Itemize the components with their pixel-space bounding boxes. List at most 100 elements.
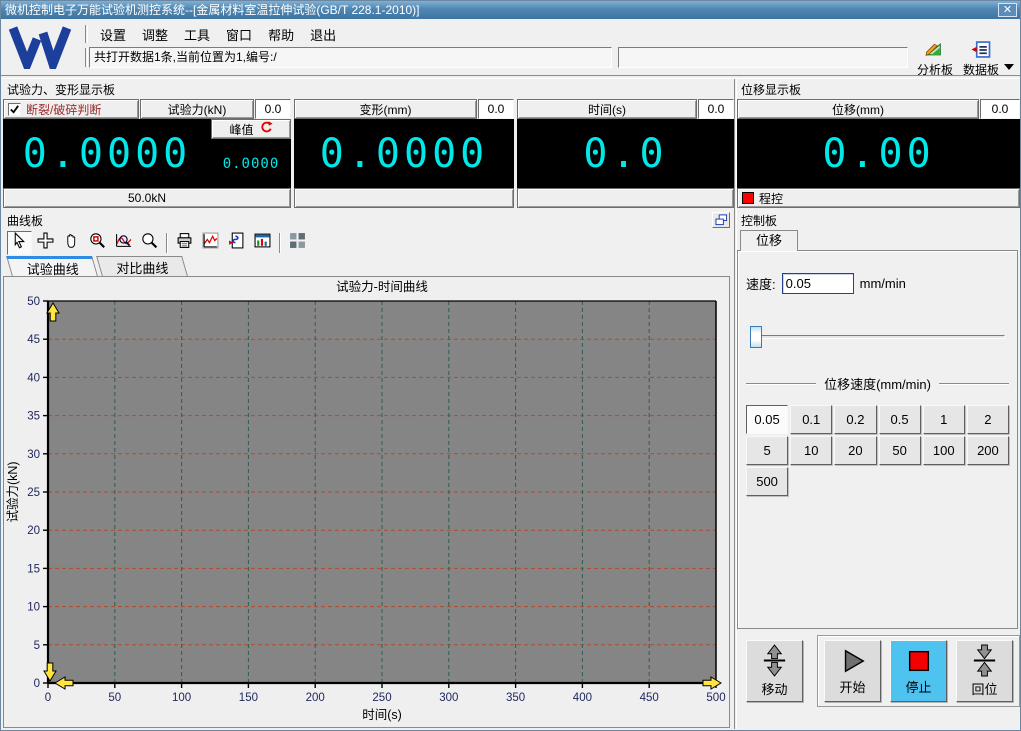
data-board-button[interactable]: 数据板 <box>959 41 1003 73</box>
deform-header-button[interactable]: 变形(mm) <box>294 99 477 119</box>
speed-slider-thumb[interactable] <box>750 326 762 348</box>
speed-preset-grid: 0.050.10.20.512 5102050100200 500 <box>746 405 1009 496</box>
speed-preset-200[interactable]: 200 <box>967 436 1009 465</box>
report-icon <box>228 232 245 254</box>
svg-text:500: 500 <box>706 692 725 704</box>
speed-preset-0.1[interactable]: 0.1 <box>790 405 832 434</box>
displacement-header-button[interactable]: 位移(mm) <box>737 99 979 119</box>
break-judge-label: 断裂/破碎判断 <box>26 101 101 118</box>
zoom-box-icon <box>89 232 106 254</box>
menu-item-帮助[interactable]: 帮助 <box>261 23 301 43</box>
break-judge-checkbox-row[interactable]: 断裂/破碎判断 <box>3 99 139 119</box>
speed-preset-50[interactable]: 50 <box>879 436 921 465</box>
cursor-icon <box>11 232 28 254</box>
peak-bar[interactable]: 峰值 <box>211 119 291 139</box>
svg-text:5: 5 <box>34 640 40 652</box>
speed-input[interactable] <box>782 273 854 294</box>
panel-restore-button[interactable] <box>712 212 730 228</box>
zoom-curve-tool-button[interactable] <box>111 231 136 255</box>
speed-unit-label: mm/min <box>860 276 906 291</box>
cursor-tool-button[interactable] <box>7 231 32 255</box>
pan-hand-icon <box>63 232 80 254</box>
menu-item-调整[interactable]: 调整 <box>135 23 175 43</box>
peak-refresh-icon[interactable] <box>260 121 273 137</box>
start-button[interactable]: 开始 <box>824 640 881 702</box>
menu-item-窗口[interactable]: 窗口 <box>219 23 259 43</box>
curve-tab-compare[interactable]: 对比曲线 <box>96 256 188 276</box>
curve-data-icon <box>202 232 219 254</box>
header: 设置调整工具窗口帮助退出 共打开数据1条,当前位置为1,编号:/ 分析板 <box>1 19 1020 75</box>
speed-preset-0.5[interactable]: 0.5 <box>879 405 921 434</box>
home-button[interactable]: 回位 <box>956 640 1013 702</box>
speed-preset-1[interactable]: 1 <box>923 405 965 434</box>
zoom-tool-button[interactable] <box>137 231 162 255</box>
deform-lcd-display: 0.0000 <box>294 119 514 188</box>
speed-preset-5[interactable]: 5 <box>746 436 788 465</box>
svg-text:450: 450 <box>640 692 659 704</box>
speed-preset-10[interactable]: 10 <box>790 436 832 465</box>
chart-window-tool-button[interactable] <box>250 231 275 255</box>
speed-preset-0.2[interactable]: 0.2 <box>834 405 876 434</box>
report-tool-button[interactable] <box>224 231 249 255</box>
menu-item-工具[interactable]: 工具 <box>177 23 217 43</box>
crosshair-icon <box>37 232 54 254</box>
displacement-display-panel: 位移显示板 位移(mm) 0.0 0.00 程控 <box>737 80 1020 209</box>
displacement-rate-value: 0.0 <box>980 99 1020 119</box>
stop-button[interactable]: 停止 <box>890 640 947 702</box>
menu-item-退出[interactable]: 退出 <box>303 23 343 43</box>
chart-window-icon <box>254 232 271 254</box>
analysis-board-icon <box>924 41 946 61</box>
control-panel: 控制板 位移 速度: mm/min 位移速度(mm/min) 0.050.10.… <box>737 211 1020 729</box>
break-judge-checkbox[interactable] <box>8 103 21 116</box>
time-header-button[interactable]: 时间(s) <box>517 99 697 119</box>
print-tool-button[interactable] <box>172 231 197 255</box>
svg-text:150: 150 <box>239 692 258 704</box>
chart-area[interactable]: 试验力-时间曲线05101520253035404550050100150200… <box>3 276 730 728</box>
toolbar-grip <box>85 25 88 43</box>
zoom-box-tool-button[interactable] <box>85 231 110 255</box>
mode-indicator-bar: 程控 <box>737 188 1020 208</box>
time-lcd-display: 0.0 <box>517 119 734 188</box>
menu-item-设置[interactable]: 设置 <box>93 23 133 43</box>
close-button[interactable]: ✕ <box>998 3 1017 17</box>
svg-text:250: 250 <box>372 692 391 704</box>
speed-slider[interactable] <box>746 326 1009 348</box>
title-bar[interactable]: 微机控制电子万能试验机测控系统--[金属材料室温拉伸试验(GB/T 228.1-… <box>1 1 1020 19</box>
svg-text:20: 20 <box>27 525 40 537</box>
deform-module: 变形(mm) 0.0 0.0000 <box>294 99 514 208</box>
control-panel-title: 控制板 <box>737 211 1020 230</box>
move-button[interactable]: 移动 <box>746 640 803 702</box>
speed-slider-track[interactable] <box>750 335 1005 339</box>
time-module: 时间(s) 0.0 0.0 <box>517 99 734 208</box>
pan-hand-tool-button[interactable] <box>59 231 84 255</box>
curve-toolbar <box>3 230 734 256</box>
speed-preset-2[interactable]: 2 <box>967 405 1009 434</box>
svg-text:350: 350 <box>506 692 525 704</box>
texture-pattern-tool-button[interactable] <box>285 231 310 255</box>
svg-text:50: 50 <box>27 296 40 308</box>
time-rate-value: 0.0 <box>698 99 734 119</box>
speed-preset-100[interactable]: 100 <box>923 436 965 465</box>
run-buttons-frame: 开始 停止 回位 <box>817 635 1020 707</box>
status-textbox-secondary <box>618 47 908 68</box>
force-display-panel: 试验力、变形显示板 断裂/破碎判断 试验力(kN) 0.0 0.0000 <box>3 80 734 209</box>
curve-data-tool-button[interactable] <box>198 231 223 255</box>
force-header-button[interactable]: 试验力(kN) <box>140 99 254 119</box>
speed-preset-20[interactable]: 20 <box>834 436 876 465</box>
svg-text:10: 10 <box>27 602 40 614</box>
tab-displacement[interactable]: 位移 <box>740 230 798 251</box>
speed-preset-500[interactable]: 500 <box>746 467 788 496</box>
chart-svg: 试验力-时间曲线05101520253035404550050100150200… <box>4 277 729 727</box>
program-control-indicator-icon <box>742 192 754 204</box>
analysis-board-button[interactable]: 分析板 <box>913 41 957 73</box>
curve-tab-test[interactable]: 试验曲线 <box>6 256 98 276</box>
displacement-lcd-display: 0.00 <box>737 119 1020 188</box>
toolbar-dropdown-caret[interactable] <box>1004 57 1014 75</box>
force-range-bar: 50.0kN <box>3 188 291 208</box>
status-textbox: 共打开数据1条,当前位置为1,编号:/ <box>89 47 612 68</box>
start-button-label: 开始 <box>839 677 865 696</box>
force-rate-value: 0.0 <box>255 99 291 119</box>
crosshair-tool-button[interactable] <box>33 231 58 255</box>
texture-pattern-icon <box>289 232 306 254</box>
speed-preset-0.05[interactable]: 0.05 <box>746 405 788 434</box>
